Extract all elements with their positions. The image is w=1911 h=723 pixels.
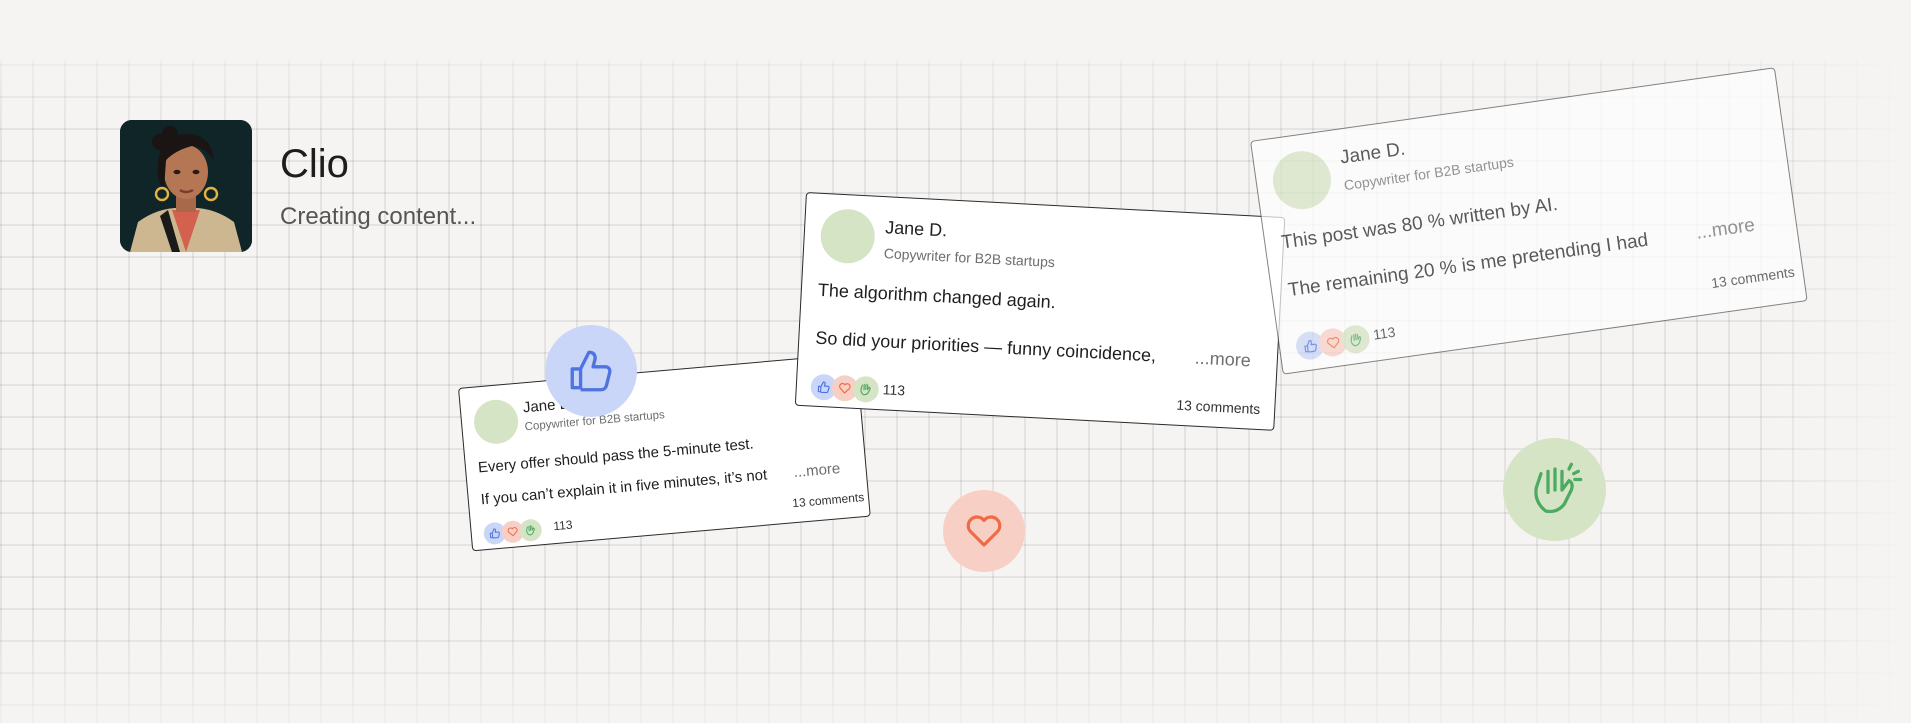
avatar <box>120 120 252 252</box>
post-text-line: So did your priorities — funny coinciden… <box>814 327 1157 366</box>
author-avatar <box>819 207 877 265</box>
reaction-count: 113 <box>552 517 574 534</box>
reaction-summary[interactable] <box>482 518 543 547</box>
profile-status: Creating content... <box>280 203 477 230</box>
clapping-hands-icon <box>1503 438 1606 541</box>
author-name: Jane D. <box>884 217 948 241</box>
reaction-count: 113 <box>1372 323 1397 343</box>
author-role: Copywriter for B2B startups <box>883 245 1056 271</box>
reaction-count: 113 <box>882 381 906 399</box>
clapping-hands-icon <box>852 375 880 404</box>
reaction-summary[interactable] <box>810 373 880 404</box>
more-link[interactable]: ...more <box>793 460 841 481</box>
post-text-line: If you can’t explain it in five minutes,… <box>480 466 768 509</box>
comments-link[interactable]: 13 comments <box>1710 264 1795 292</box>
author-avatar <box>472 397 520 446</box>
thumbs-up-icon <box>545 325 637 417</box>
post-text-line: This post was 80 % written by AI. <box>1280 193 1560 254</box>
clapping-hands-icon <box>518 518 543 543</box>
heart-icon <box>943 490 1025 572</box>
more-link[interactable]: ...more <box>1695 215 1757 245</box>
reaction-summary[interactable] <box>1294 323 1372 362</box>
author-name: Jane D. <box>1338 138 1407 169</box>
comments-link[interactable]: 13 comments <box>792 490 865 510</box>
post-text-line: The algorithm changed again. <box>817 279 1057 313</box>
post-card[interactable]: Jane D. Copywriter for B2B startups The … <box>794 192 1286 431</box>
profile-name: Clio <box>280 142 349 186</box>
author-avatar <box>1269 147 1335 213</box>
comments-link[interactable]: 13 comments <box>1176 397 1261 417</box>
more-link[interactable]: ...more <box>1194 348 1251 372</box>
